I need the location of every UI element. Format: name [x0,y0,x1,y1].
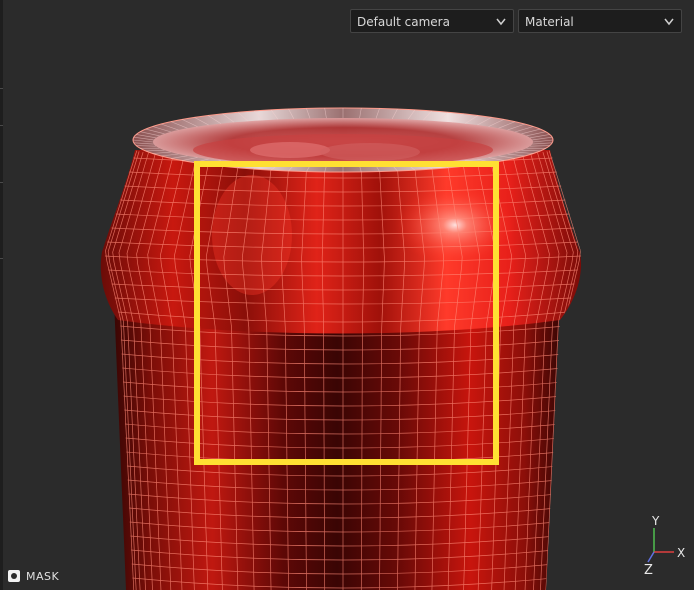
axis-z-line [647,551,655,563]
mask-icon [8,570,20,582]
view-mode-select-value: Material [525,15,574,29]
3d-viewport[interactable]: Default camera Material MASK Y X Z [0,0,694,590]
can-mesh-render[interactable] [0,0,694,590]
camera-select[interactable]: Default camera [350,9,514,33]
chevron-down-icon [664,18,674,26]
camera-select-value: Default camera [357,15,450,29]
axis-y-label: Y [651,514,660,528]
chevron-down-icon [496,18,506,26]
axis-x-label: X [677,546,685,560]
view-mode-select[interactable]: Material [518,9,682,33]
axis-gizmo: Y X Z [644,514,685,578]
mask-toggle[interactable]: MASK [8,569,59,583]
mask-label: MASK [26,569,60,583]
axis-z-label: Z [644,563,653,578]
